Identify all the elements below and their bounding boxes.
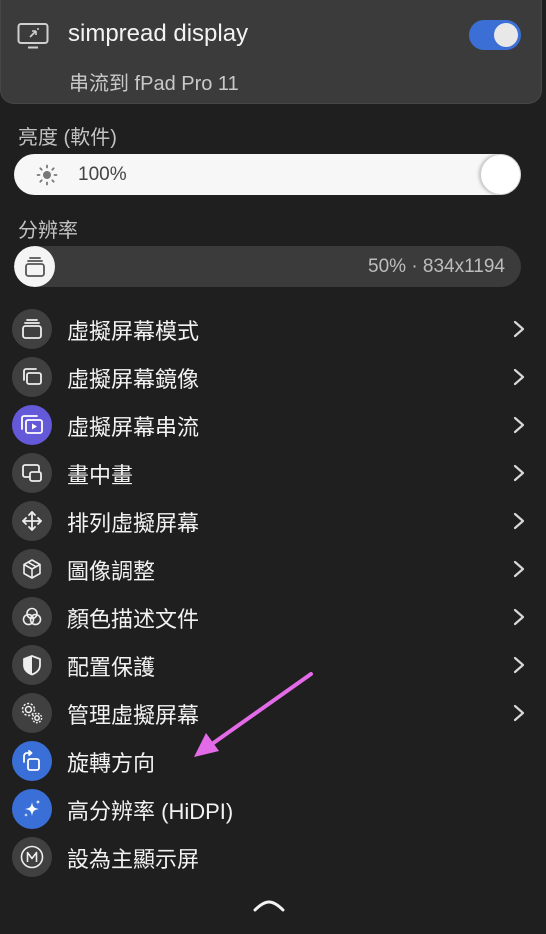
menu-item-image-adjustment[interactable]: 圖像調整 <box>0 545 546 593</box>
menu-item-picture-in-picture[interactable]: 畫中畫 <box>0 449 546 497</box>
move-arrows-icon <box>12 501 52 541</box>
gears-icon <box>12 693 52 733</box>
menu-item-label: 圖像調整 <box>67 559 156 584</box>
chevron-right-icon <box>513 608 525 626</box>
mirror-windows-icon <box>12 357 52 397</box>
chevron-right-icon <box>513 464 525 482</box>
menu-item-virtual-screen-stream[interactable]: 虛擬屏幕串流 <box>0 401 546 449</box>
menu-item-label: 旋轉方向 <box>67 751 156 776</box>
menu-item-rotate-orientation[interactable]: 旋轉方向 <box>0 737 546 785</box>
display-enable-toggle[interactable] <box>469 20 521 50</box>
menu-item-virtual-screen-mirror[interactable]: 虛擬屏幕鏡像 <box>0 353 546 401</box>
picture-in-picture-icon <box>12 453 52 493</box>
menu-item-virtual-screen-mode[interactable]: 虛擬屏幕模式 <box>0 305 546 353</box>
stream-play-icon <box>12 405 52 445</box>
main-display-m-icon <box>12 837 52 877</box>
menu-item-label: 配置保護 <box>67 655 156 680</box>
display-name: simpread display <box>68 20 249 47</box>
chevron-right-icon <box>513 320 525 338</box>
resolution-label: 分辨率 <box>18 220 78 242</box>
chevron-right-icon <box>513 416 525 434</box>
chevron-right-icon <box>513 656 525 674</box>
sparkle-icon <box>12 789 52 829</box>
menu-item-manage-virtual-screens[interactable]: 管理虛擬屏幕 <box>0 689 546 737</box>
chevron-right-icon <box>513 560 525 578</box>
display-menu: 虛擬屏幕模式 虛擬屏幕鏡像 虛擬屏幕串流 畫中畫 排列虛擬屏幕 圖像調整 顏色描… <box>0 305 546 881</box>
color-circles-icon <box>12 597 52 637</box>
stream-target-subtitle: 串流到 fPad Pro 11 <box>69 73 239 95</box>
menu-item-label: 設為主顯示屏 <box>67 847 200 872</box>
stacked-layers-icon <box>12 309 52 349</box>
resolution-slider-thumb[interactable] <box>14 246 55 287</box>
sun-icon <box>36 164 58 186</box>
chevron-right-icon <box>513 368 525 386</box>
menu-item-label: 高分辨率 (HiDPI) <box>67 799 234 824</box>
chevron-up-icon[interactable] <box>252 898 286 914</box>
menu-item-hidpi[interactable]: 高分辨率 (HiDPI) <box>0 785 546 833</box>
brightness-slider[interactable]: 100% <box>14 154 521 195</box>
display-header-card: simpread display 串流到 fPad Pro 11 <box>0 0 542 104</box>
chevron-right-icon <box>513 704 525 722</box>
menu-item-set-main-display[interactable]: 設為主顯示屏 <box>0 833 546 881</box>
toggle-knob <box>494 23 518 47</box>
stacked-layers-icon <box>25 257 45 277</box>
brightness-label: 亮度 (軟件) <box>18 127 117 149</box>
menu-item-arrange-virtual-screens[interactable]: 排列虛擬屏幕 <box>0 497 546 545</box>
menu-item-label: 虛擬屏幕鏡像 <box>67 367 200 392</box>
menu-item-label: 排列虛擬屏幕 <box>67 511 200 536</box>
menu-item-label: 虛擬屏幕模式 <box>67 319 200 344</box>
resolution-slider[interactable]: 50% · 834x1194 <box>14 246 521 287</box>
menu-item-label: 虛擬屏幕串流 <box>67 415 200 440</box>
brightness-value: 100% <box>78 164 127 185</box>
menu-item-label: 管理虛擬屏幕 <box>67 703 200 728</box>
chevron-right-icon <box>513 512 525 530</box>
display-monitor-icon <box>17 23 49 49</box>
rotate-icon <box>12 741 52 781</box>
menu-item-label: 畫中畫 <box>67 463 134 488</box>
resolution-value: 50% · 834x1194 <box>368 256 505 277</box>
brightness-slider-thumb[interactable] <box>480 154 521 195</box>
menu-item-configuration-protection[interactable]: 配置保護 <box>0 641 546 689</box>
shield-icon <box>12 645 52 685</box>
cube-icon <box>12 549 52 589</box>
menu-item-label: 顏色描述文件 <box>67 607 200 632</box>
menu-item-color-profile[interactable]: 顏色描述文件 <box>0 593 546 641</box>
